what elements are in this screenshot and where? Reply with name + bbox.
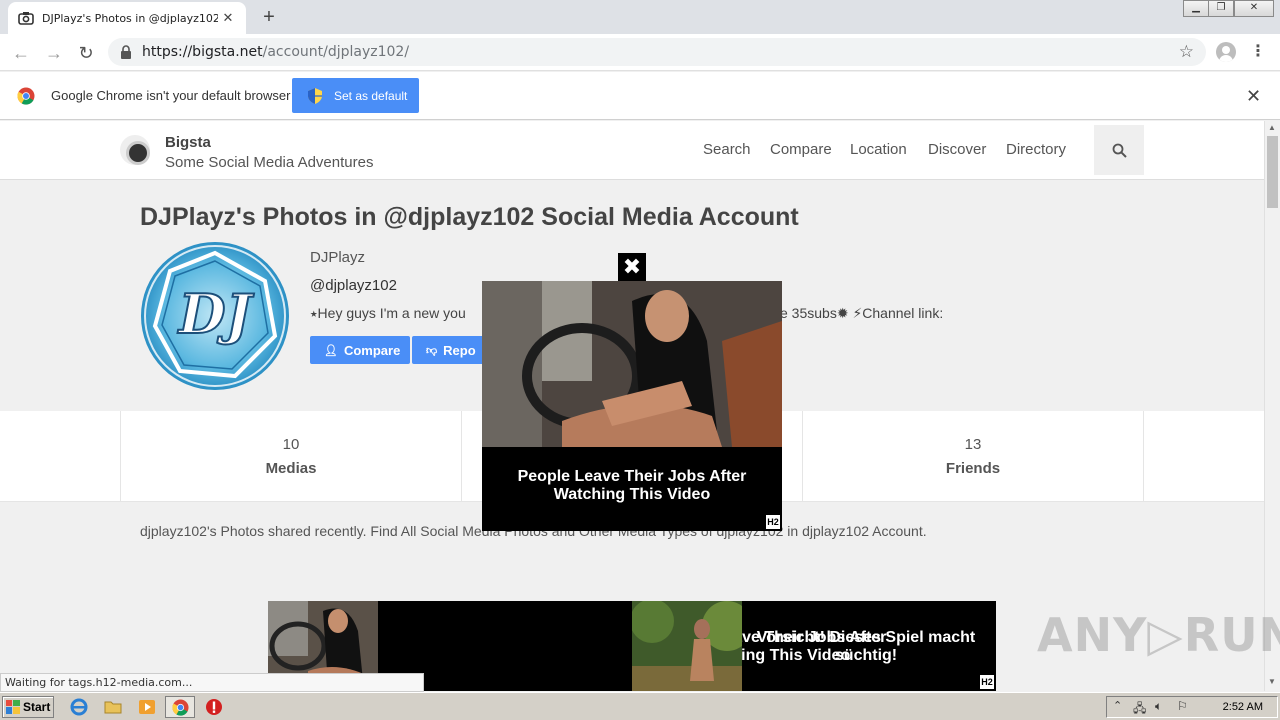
action-center-flag-icon[interactable]: ⚐ (1177, 699, 1188, 713)
profile-bio-continued: ve 35subs✹ ⚡Channel link: (773, 305, 944, 321)
system-tray: ⌃ 🖧︎ 🔈︎ ⚐ 2:52 AM (1106, 696, 1278, 718)
scroll-thumb[interactable] (1267, 136, 1278, 208)
report-button[interactable]: 👎︎ Repo (412, 336, 492, 364)
tab-title: DJPlayz's Photos in @djplayz102 Social M… (42, 11, 218, 25)
infobar-close-icon[interactable]: ✕ (1246, 86, 1261, 107)
stat-label: Friends (945, 460, 1001, 477)
chrome-logo-icon (17, 87, 35, 105)
tab-strip: DJPlayz's Photos in @djplayz102 Social M… (0, 0, 1280, 34)
url-host: https://bigsta.net (142, 44, 263, 60)
nav-compare[interactable]: Compare (770, 141, 832, 158)
folder-icon[interactable] (104, 698, 122, 716)
default-browser-infobar: Google Chrome isn't your default browser… (0, 72, 1280, 120)
stat-label: Medias (265, 460, 317, 477)
window-close-button[interactable]: ✕ (1234, 0, 1274, 17)
chrome-taskbar-button[interactable] (165, 696, 195, 718)
scroll-down-icon[interactable]: ▼ (1268, 677, 1276, 686)
tab-close-icon[interactable]: ✕ (220, 10, 236, 26)
brand-tagline: Some Social Media Adventures (165, 154, 374, 171)
tray-expand-icon[interactable]: ⌃ (1113, 699, 1122, 712)
internet-explorer-icon[interactable] (70, 698, 88, 716)
brand-name[interactable]: Bigsta (165, 134, 211, 151)
profile-name: DJPlayz (310, 249, 366, 266)
site-search-button[interactable] (1094, 125, 1144, 175)
bookmark-star-icon[interactable]: ☆ (1179, 42, 1194, 62)
compare-button[interactable]: 👤︎ Compare (310, 336, 410, 364)
media-player-icon[interactable] (138, 698, 156, 716)
popup-close-button[interactable]: ✖ (618, 253, 646, 281)
popup-ad-image (482, 281, 782, 447)
thumbs-down-icon: 👎︎ (426, 344, 438, 357)
profile-avatar-icon[interactable] (1216, 42, 1236, 62)
ad-image-jungle (632, 601, 742, 691)
start-button[interactable]: Start (2, 696, 54, 718)
stat-value: 13 (964, 436, 982, 453)
address-bar[interactable]: https://bigsta.net/account/djplayz102/ ☆ (108, 38, 1206, 66)
forward-arrow-icon[interactable]: → (42, 41, 66, 65)
network-icon[interactable]: 🖧︎ (1133, 699, 1146, 720)
page-title: DJPlayz's Photos in @djplayz102 Social M… (140, 203, 799, 231)
reload-icon[interactable]: ↻ (74, 41, 98, 65)
set-as-default-label: Set as default (334, 88, 408, 103)
loading-status: Waiting for tags.h12-media.com... (0, 673, 424, 692)
camera-icon (18, 12, 34, 25)
svg-text:DJ: DJ (177, 282, 255, 346)
popup-ad-headline: People Leave Their Jobs After Watching T… (517, 468, 747, 503)
volume-icon[interactable]: 🔈︎ (1155, 699, 1162, 714)
bigsta-logo-icon[interactable] (120, 135, 150, 165)
stat-medias[interactable]: 10 Medias (120, 411, 461, 502)
popup-ad[interactable]: People Leave Their Jobs After Watching T… (482, 281, 782, 531)
new-tab-button[interactable]: + (258, 6, 280, 28)
compare-label: Compare (343, 342, 401, 358)
set-as-default-button[interactable]: Set as default (292, 78, 419, 113)
windows-flag-icon (6, 700, 20, 714)
profile-handle: @djplayz102 (310, 277, 397, 294)
browser-tab[interactable]: DJPlayz's Photos in @djplayz102 Social M… (8, 2, 246, 34)
uac-shield-icon (308, 87, 322, 104)
stat-value: 10 (282, 436, 300, 453)
profile-bio: ⭑Hey guys I'm a new you (310, 305, 466, 321)
report-label: Repo (443, 342, 476, 358)
lock-icon (121, 45, 131, 59)
minimize-button[interactable]: ▁ (1183, 0, 1209, 17)
user-icon: 👤︎ (324, 344, 338, 357)
scroll-up-icon[interactable]: ▲ (1268, 123, 1276, 132)
site-header: Bigsta Some Social Media Adventures Sear… (0, 121, 1264, 180)
search-icon (1112, 143, 1127, 158)
profile-avatar: DJ (141, 242, 289, 390)
infobar-message: Google Chrome isn't your default browser (51, 88, 291, 103)
ad-network-badge: H2 (980, 675, 994, 689)
ad-headline-right: Vorsicht! Dieses Spiel macht süchtig! (756, 629, 976, 664)
chrome-icon (172, 699, 189, 716)
stop-icon[interactable] (205, 698, 223, 716)
stat-friends[interactable]: 13 Friends (802, 411, 1143, 502)
start-label: Start (23, 700, 51, 714)
restore-button[interactable]: ❐ (1208, 0, 1234, 17)
browser-toolbar: ← → ↻ https://bigsta.net/account/djplayz… (0, 34, 1280, 71)
nav-directory[interactable]: Directory (1006, 141, 1066, 158)
nav-search[interactable]: Search (703, 141, 751, 158)
page-scrollbar[interactable]: ▲ ▼ (1264, 121, 1280, 691)
ad-network-badge: H2 (766, 515, 780, 529)
back-arrow-icon[interactable]: ← (9, 41, 33, 65)
nav-location[interactable]: Location (850, 141, 907, 158)
windows-taskbar: Start ⌃ 🖧︎ 🔈︎ ⚐ 2:52 AM (0, 692, 1280, 720)
taskbar-clock[interactable]: 2:52 AM (1223, 701, 1263, 713)
nav-discover[interactable]: Discover (928, 141, 986, 158)
chrome-menu-icon[interactable]: ⋮ (1250, 42, 1266, 62)
anyrun-watermark: ANY▷RUN (1037, 608, 1280, 662)
url-path: /account/djplayz102/ (262, 44, 410, 60)
stat-divider (1143, 411, 1264, 502)
